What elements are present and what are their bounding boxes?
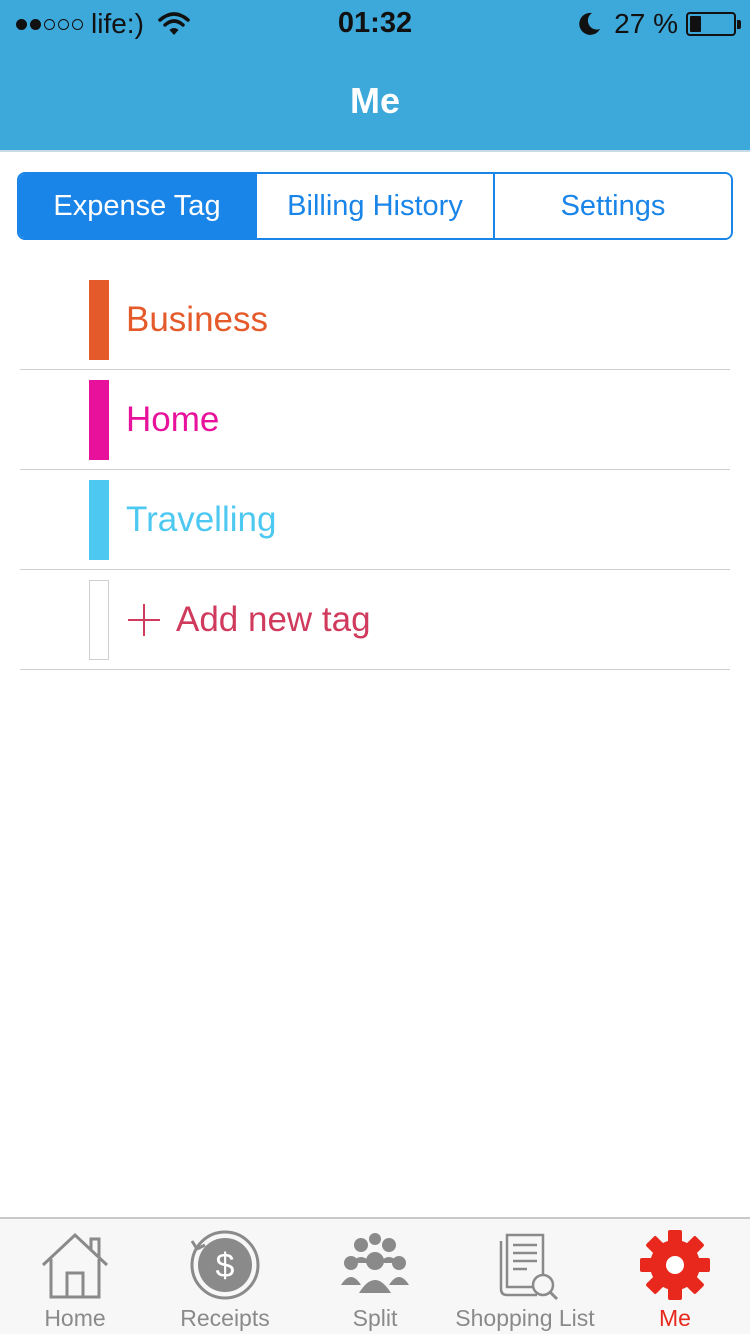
tab-bar: Home $ Receipts Split Shopping List Me xyxy=(0,1217,750,1334)
add-new-tag-button[interactable]: Add new tag xyxy=(128,600,371,640)
moon-icon xyxy=(579,12,601,35)
tab-label: Me xyxy=(659,1305,691,1331)
tab-receipts[interactable]: $ Receipts xyxy=(150,1219,300,1334)
tag-row-home[interactable]: Home xyxy=(20,370,730,470)
tab-billing-history[interactable]: Billing History xyxy=(255,174,493,238)
battery-cap xyxy=(737,20,741,29)
empty-color-swatch xyxy=(89,580,109,660)
tag-label: Travelling xyxy=(126,500,277,539)
status-right: 27 % xyxy=(576,8,741,40)
battery-fill xyxy=(690,16,701,32)
battery-percent: 27 % xyxy=(614,8,678,39)
tag-color-swatch xyxy=(89,280,109,360)
tab-label: Shopping List xyxy=(455,1305,595,1331)
tab-home[interactable]: Home xyxy=(0,1219,150,1334)
tab-settings[interactable]: Settings xyxy=(493,174,731,238)
plus-icon xyxy=(128,604,160,636)
dollar-coin-icon: $ xyxy=(190,1230,260,1300)
tab-label: Split xyxy=(352,1305,398,1331)
tab-me[interactable]: Me xyxy=(600,1219,750,1334)
group-icon xyxy=(341,1233,409,1293)
page-title: Me xyxy=(349,80,400,121)
tab-split[interactable]: Split xyxy=(300,1219,450,1334)
tag-list: Business Home Travelling Add new tag xyxy=(20,270,730,670)
house-icon xyxy=(41,1232,109,1299)
shopping-list-icon xyxy=(499,1233,559,1301)
tag-row-business[interactable]: Business xyxy=(20,270,730,370)
tab-label: Receipts xyxy=(180,1305,270,1331)
tab-label: Home xyxy=(44,1305,106,1331)
svg-text:$: $ xyxy=(216,1247,235,1285)
tag-label: Home xyxy=(126,400,220,439)
tab-expense-tag[interactable]: Expense Tag xyxy=(19,174,255,238)
tag-row-travelling[interactable]: Travelling xyxy=(20,470,730,570)
tag-color-swatch xyxy=(89,480,109,560)
tag-label: Business xyxy=(126,300,269,339)
segmented-control: Expense Tag Billing History Settings xyxy=(17,172,733,240)
battery-icon xyxy=(686,12,741,36)
tag-color-swatch xyxy=(89,380,109,460)
add-new-tag-label: Add new tag xyxy=(176,600,371,639)
tab-shopping-list[interactable]: Shopping List xyxy=(450,1219,600,1334)
status-bar: life:) 01:32 27 % xyxy=(0,0,750,50)
gear-icon xyxy=(640,1230,710,1300)
add-new-tag-row[interactable]: Add new tag xyxy=(20,570,730,670)
header: life:) 01:32 27 % Me xyxy=(0,0,750,152)
